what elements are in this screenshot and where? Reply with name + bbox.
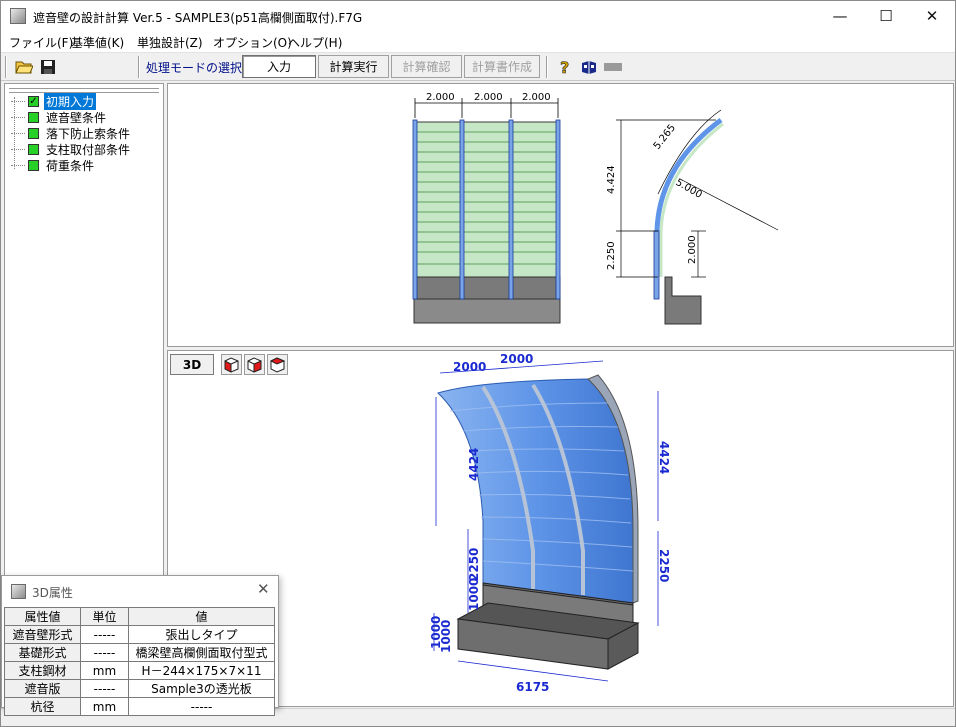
side-view: 4.424 2.250 2.000 5.265 5.000 bbox=[606, 109, 779, 325]
tree-item-post-mount[interactable]: 支柱取付部条件 bbox=[11, 141, 132, 157]
header-unit: 単位 bbox=[80, 607, 129, 626]
menu-standard[interactable]: 基準値(K) bbox=[71, 34, 124, 51]
tree-item-label: 落下防止索条件 bbox=[46, 126, 131, 141]
side-dim-height-upper: 4.424 bbox=[606, 165, 617, 194]
menu-file[interactable]: ファイル(F) bbox=[9, 34, 73, 51]
checked-icon: ✓ bbox=[28, 95, 39, 107]
drawing-2d-pane: 2.000 2.000 2.000 4.424 2.250 2.000 5.26… bbox=[167, 83, 954, 347]
row-unit: ----- bbox=[80, 625, 129, 644]
row-unit: mm bbox=[80, 661, 129, 680]
tree-item-label: 荷重条件 bbox=[46, 158, 95, 173]
front-dim-2: 2.000 bbox=[474, 92, 503, 103]
toolbar-separator-2 bbox=[546, 56, 548, 78]
side-dim-radius: 5.000 bbox=[674, 177, 704, 201]
input-mode-button[interactable]: 入力 bbox=[242, 55, 316, 78]
maximize-button[interactable]: ☐ bbox=[863, 1, 909, 31]
tree-item-wall-conditions[interactable]: 遮音壁条件 bbox=[11, 109, 108, 125]
tree-item-label: 遮音壁条件 bbox=[46, 110, 107, 125]
row-unit: ----- bbox=[80, 679, 129, 698]
tree-item-initial-input[interactable]: ✓ 初期入力 bbox=[11, 92, 97, 110]
mode-label: 処理モードの選択 bbox=[146, 61, 243, 75]
row-name: 支柱鋼材 bbox=[4, 661, 81, 680]
attr-table: 属性値 単位 値 遮音壁形式 ----- 張出しタイプ 基礎形式 ----- 橋… bbox=[4, 607, 275, 716]
menu-bar: ファイル(F) 基準値(K) 単独設計(Z) オプション(O) ヘルプ(H) bbox=[1, 31, 955, 53]
view-3d-pane: 3D 2000 2000 4424 2250 1000 1000 1000 44… bbox=[167, 350, 954, 707]
dim-left-low-2: 1000 bbox=[439, 620, 453, 653]
tree-item-fall-prevention[interactable]: 落下防止索条件 bbox=[11, 125, 132, 141]
dim-left-upper: 4424 bbox=[467, 448, 481, 481]
calc-check-button[interactable]: 計算確認 bbox=[391, 55, 462, 78]
svg-text:?: ? bbox=[560, 58, 569, 76]
menu-help[interactable]: ヘルプ(H) bbox=[288, 34, 342, 51]
window-icon bbox=[11, 584, 26, 599]
status-square-icon bbox=[28, 143, 39, 155]
dim-right-lower: 2250 bbox=[657, 549, 671, 582]
row-unit: ----- bbox=[80, 643, 129, 662]
window-title: 遮音壁の設計計算 Ver.5 - SAMPLE3(p51高欄側面取付).F7G bbox=[33, 11, 363, 25]
menu-options[interactable]: オプション(O) bbox=[213, 34, 292, 51]
attr-window-title: 3D属性 bbox=[32, 586, 73, 600]
row-name: 遮音壁形式 bbox=[4, 625, 81, 644]
front-view: 2.000 2.000 2.000 bbox=[412, 92, 561, 324]
dim-left-base: 1000 bbox=[467, 578, 481, 611]
row-name: 基礎形式 bbox=[4, 643, 81, 662]
minimize-button[interactable]: — bbox=[817, 1, 863, 31]
run-calc-button[interactable]: 計算実行 bbox=[318, 55, 389, 78]
report-button[interactable]: 計算書作成 bbox=[464, 55, 540, 78]
row-value: Sample3の透光板 bbox=[128, 679, 275, 698]
app-window: 遮音壁の設計計算 Ver.5 - SAMPLE3(p51高欄側面取付).F7G … bbox=[0, 0, 956, 727]
status-square-icon bbox=[28, 159, 39, 171]
toolbar-grip bbox=[5, 56, 7, 78]
attr-window: 3D属性 ✕ 属性値 単位 値 遮音壁形式 ----- 張出しタイプ 基礎形式 … bbox=[1, 575, 279, 716]
table-row[interactable]: 遮音壁形式 ----- 張出しタイプ bbox=[4, 625, 275, 644]
close-button[interactable]: ✕ bbox=[909, 1, 955, 31]
open-folder-icon[interactable] bbox=[13, 56, 35, 78]
header-attr: 属性値 bbox=[4, 607, 81, 626]
front-dim-3: 2.000 bbox=[522, 92, 551, 103]
row-name: 杭径 bbox=[4, 697, 81, 716]
dim-left-mid: 2250 bbox=[467, 548, 481, 581]
row-value: H－244×175×7×11 bbox=[128, 661, 275, 680]
table-row[interactable]: 基礎形式 ----- 橋梁壁高欄側面取付型式 bbox=[4, 643, 275, 662]
table-row[interactable]: 支柱鋼材 mm H－244×175×7×11 bbox=[4, 661, 275, 680]
row-value: ----- bbox=[128, 697, 275, 716]
row-value: 張出しタイプ bbox=[128, 625, 275, 644]
toolbar-separator bbox=[138, 56, 140, 78]
row-value: 橋梁壁高欄側面取付型式 bbox=[128, 643, 275, 662]
tree-item-load[interactable]: 荷重条件 bbox=[11, 157, 96, 173]
help-icon[interactable]: ? bbox=[554, 56, 576, 78]
tree-item-label: 初期入力 bbox=[44, 92, 97, 110]
dim-right-upper: 4424 bbox=[657, 441, 671, 474]
app-icon bbox=[10, 8, 26, 24]
side-dim-height-right: 2.000 bbox=[687, 235, 698, 264]
drawing-2d: 2.000 2.000 2.000 4.424 2.250 2.000 5.26… bbox=[412, 92, 779, 325]
title-bar: 遮音壁の設計計算 Ver.5 - SAMPLE3(p51高欄側面取付).F7G … bbox=[1, 1, 955, 31]
model-3d: 2000 2000 4424 2250 1000 1000 1000 4424 … bbox=[429, 352, 671, 694]
dim-top-1: 2000 bbox=[453, 360, 486, 374]
table-header-row: 属性値 単位 値 bbox=[4, 607, 275, 626]
status-square-icon bbox=[28, 127, 39, 139]
status-square-icon bbox=[28, 111, 39, 123]
dim-top-2: 2000 bbox=[500, 352, 533, 366]
table-row[interactable]: 遮音版 ----- Sample3の透光板 bbox=[4, 679, 275, 698]
row-name: 遮音版 bbox=[4, 679, 81, 698]
table-row[interactable]: 杭径 mm ----- bbox=[4, 697, 275, 716]
save-disk-icon[interactable] bbox=[37, 56, 59, 78]
front-dim-1: 2.000 bbox=[426, 92, 455, 103]
close-icon[interactable]: ✕ bbox=[257, 580, 270, 598]
gray-bar-icon[interactable] bbox=[602, 56, 624, 78]
side-dim-height-lower: 2.250 bbox=[606, 241, 617, 270]
dim-bottom: 6175 bbox=[516, 680, 549, 694]
row-unit: mm bbox=[80, 697, 129, 716]
side-dim-arc: 5.265 bbox=[652, 123, 678, 152]
toolbar: 処理モードの選択 入力 計算実行 計算確認 計算書作成 ? bbox=[1, 53, 955, 81]
menu-single-design[interactable]: 単独設計(Z) bbox=[137, 34, 203, 51]
header-value: 値 bbox=[128, 607, 275, 626]
tree-item-label: 支柱取付部条件 bbox=[46, 142, 131, 157]
book-icon[interactable] bbox=[578, 56, 600, 78]
